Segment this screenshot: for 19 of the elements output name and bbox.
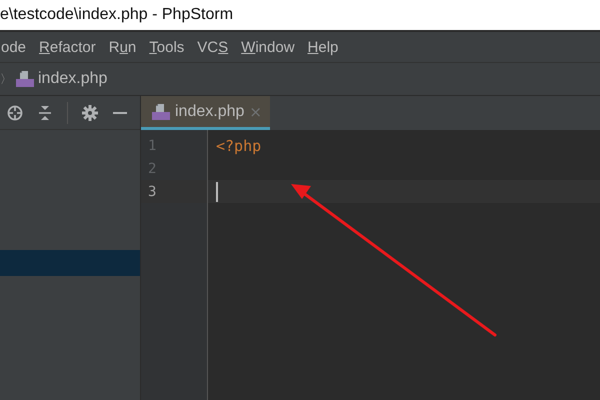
menu-item[interactable]: ode (1, 38, 26, 56)
php-file-icon (152, 104, 170, 120)
collapse-icon[interactable] (37, 104, 53, 120)
editor-tab[interactable]: index.php × (141, 96, 270, 130)
target-icon[interactable] (7, 104, 23, 120)
settings-icon[interactable] (82, 104, 98, 120)
window-title: e\testcode\index.php - PhpStorm (0, 6, 234, 24)
php-file-icon (16, 71, 34, 87)
menu-item[interactable]: Tools (149, 38, 184, 56)
menu-item[interactable]: Window (241, 38, 295, 56)
breadcrumb-item[interactable]: index.php (38, 70, 108, 88)
code-line: <?php (216, 136, 262, 154)
line-number: 3 (148, 184, 156, 200)
menu-item[interactable]: Run (108, 38, 136, 56)
text-cursor (216, 182, 218, 202)
menu-item[interactable]: Refactor (39, 38, 96, 56)
breadcrumb-separator: 〉 (0, 70, 12, 88)
menu-item[interactable]: VCS (197, 38, 228, 56)
menu-item[interactable]: Help (308, 38, 338, 56)
